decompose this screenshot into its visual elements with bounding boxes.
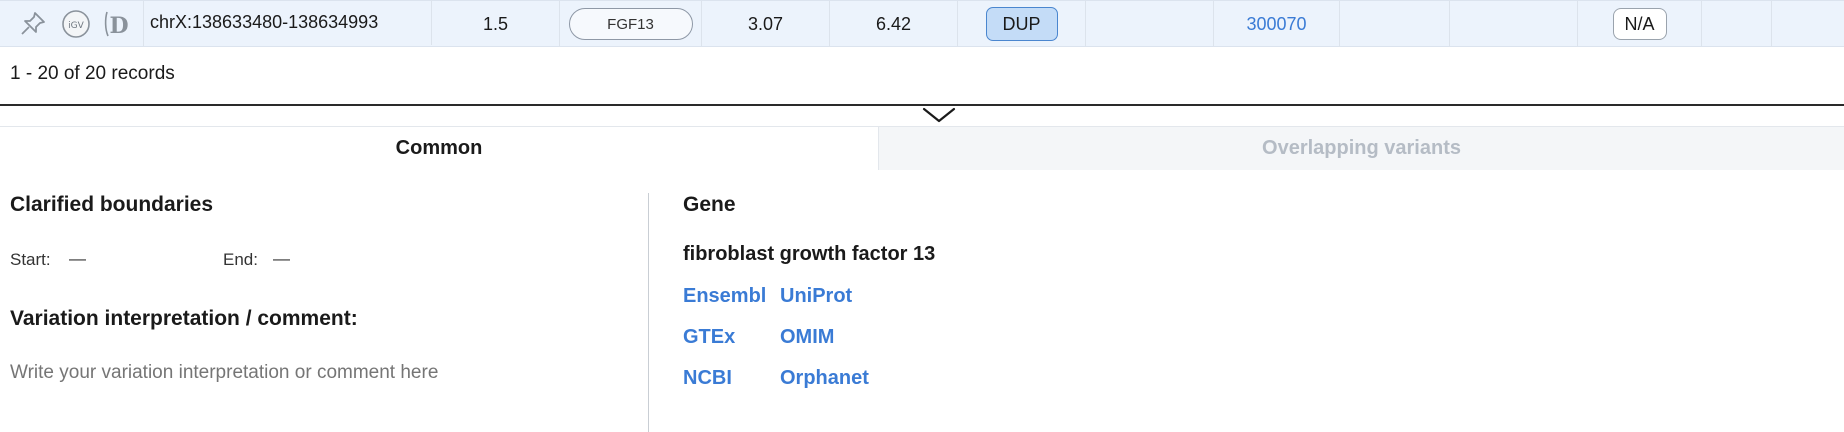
score-a-cell: 3.07 [702, 1, 830, 47]
empty-cell-2 [1340, 1, 1450, 47]
dup-badge: DUP [985, 7, 1058, 41]
gene-cell: FGF13 [560, 1, 702, 47]
ensembl-link[interactable]: Ensembl [683, 285, 766, 308]
ncbi-link[interactable]: NCBI [683, 367, 732, 390]
score-a-text: 3.07 [747, 13, 784, 34]
score-b-text: 6.42 [875, 13, 912, 34]
start-label: Start: [10, 250, 51, 269]
gtex-link[interactable]: GTEx [683, 326, 735, 349]
location-cell: chrX:138633480-138634993 [144, 0, 432, 45]
variant-row[interactable]: iGV D chrX:138633480-138634993 1.5 FGF13… [0, 0, 1844, 47]
records-count: 1 - 20 of 20 records [10, 63, 175, 84]
end-value[interactable]: — [273, 249, 290, 269]
icons-cell [0, 1, 144, 47]
empty-cell-4 [1702, 1, 1772, 47]
empty-cell-3 [1450, 1, 1578, 47]
uniprot-link[interactable]: UniProt [780, 285, 852, 308]
omim-link[interactable]: OMIM [780, 326, 834, 349]
size-cell: 1.5 [432, 1, 560, 47]
start-value[interactable]: — [69, 249, 86, 269]
tab-common[interactable]: Common [0, 127, 878, 170]
detail-tabs: Common Overlapping variants [0, 126, 1844, 170]
end-label: End: [223, 250, 258, 269]
gene-pill[interactable]: FGF13 [568, 8, 693, 40]
comment-title: Variation interpretation / comment: [10, 307, 358, 330]
clarified-boundaries-title: Clarified boundaries [10, 193, 214, 216]
gene-title: Gene [683, 193, 736, 216]
location-text: chrX:138633480-138634993 [150, 11, 379, 32]
gene-full-name: fibroblast growth factor 13 [683, 243, 936, 265]
omim-cell: 300070 [1214, 1, 1340, 47]
tab-overlapping-variants[interactable]: Overlapping variants [878, 127, 1844, 170]
chevron-down-icon[interactable] [921, 106, 957, 124]
orphanet-link[interactable]: Orphanet [780, 367, 869, 390]
size-text: 1.5 [482, 13, 509, 34]
status-cell: N/A [1578, 1, 1702, 47]
type-cell: DUP [958, 1, 1086, 47]
status-badge: N/A [1612, 8, 1667, 40]
empty-cell-1 [1086, 1, 1214, 47]
score-b-cell: 6.42 [830, 1, 958, 47]
empty-cell-5 [1772, 1, 1844, 47]
comment-input[interactable] [10, 362, 630, 384]
omim-id-link[interactable]: 300070 [1246, 14, 1306, 35]
panel-separator [648, 193, 649, 432]
